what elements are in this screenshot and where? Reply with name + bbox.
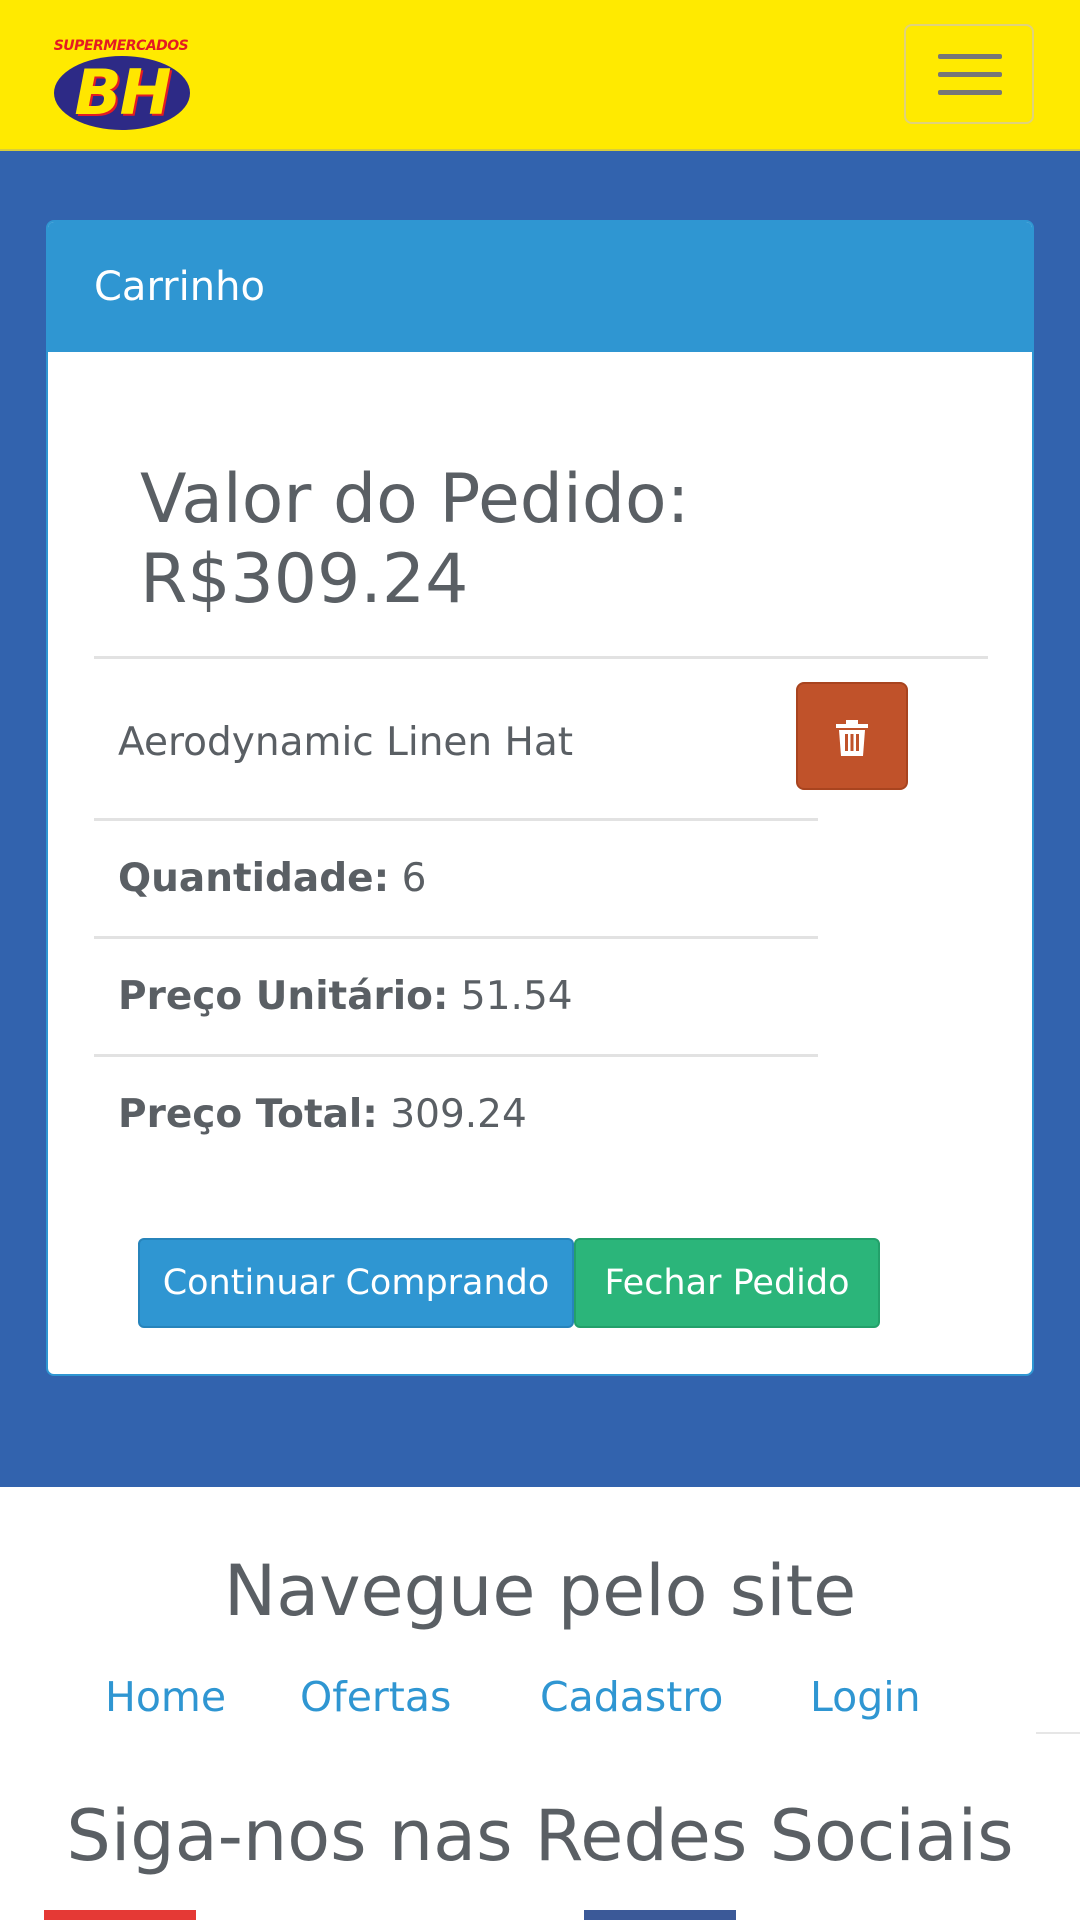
divider [1036, 1732, 1080, 1734]
close-order-button[interactable]: Fechar Pedido [574, 1238, 880, 1328]
footer-link-login[interactable]: Login [810, 1673, 921, 1721]
cart-panel: Carrinho Valor do Pedido: R$309.24 Aerod… [46, 220, 1034, 1376]
cart-panel-header: Carrinho [48, 222, 1032, 352]
social-link-red[interactable] [44, 1910, 196, 1920]
social-title: Siga-nos nas Redes Sociais [66, 1795, 1014, 1877]
logo-brand-text: BH [74, 56, 171, 129]
divider [94, 818, 818, 821]
divider [94, 1054, 818, 1057]
order-value-label: Valor do Pedido: [140, 460, 690, 539]
continue-shopping-button[interactable]: Continuar Comprando [138, 1238, 574, 1328]
unit-price-label: Preço Unitário: [118, 974, 449, 1019]
unit-price-row: Preço Unitário: 51.54 [118, 974, 573, 1019]
main-section: Carrinho Valor do Pedido: R$309.24 Aerod… [0, 151, 1080, 1487]
quantity-label: Quantidade: [118, 856, 390, 901]
unit-price-value: 51.54 [460, 974, 573, 1019]
cart-title: Carrinho [94, 264, 265, 310]
order-value-amount: R$309.24 [140, 540, 469, 619]
product-name: Aerodynamic Linen Hat [118, 720, 574, 765]
hamburger-icon-bar [938, 90, 1002, 95]
social-link-blue[interactable] [584, 1910, 736, 1920]
footer-nav-title: Navegue pelo site [223, 1550, 857, 1632]
top-navbar: SUPERMERCADOS BH [0, 0, 1080, 151]
divider [94, 936, 818, 939]
footer-link-ofertas[interactable]: Ofertas [300, 1673, 451, 1721]
total-price-row: Preço Total: 309.24 [118, 1092, 527, 1137]
quantity-value: 6 [401, 856, 427, 901]
total-price-label: Preço Total: [118, 1092, 378, 1137]
footer-link-home[interactable]: Home [105, 1673, 226, 1721]
order-value: Valor do Pedido: R$309.24 [140, 460, 840, 620]
total-price-value: 309.24 [390, 1092, 527, 1137]
menu-toggle-button[interactable] [904, 24, 1034, 124]
hamburger-icon-bar [938, 72, 1002, 77]
quantity-row: Quantidade: 6 [118, 856, 426, 901]
footer-link-cadastro[interactable]: Cadastro [540, 1673, 723, 1721]
divider [94, 656, 988, 659]
trash-icon [836, 720, 868, 756]
logo-top-text: SUPERMERCADOS [53, 38, 189, 54]
hamburger-icon [938, 54, 1002, 59]
brand-logo[interactable]: SUPERMERCADOS BH [46, 38, 196, 134]
remove-item-button[interactable] [796, 682, 908, 790]
